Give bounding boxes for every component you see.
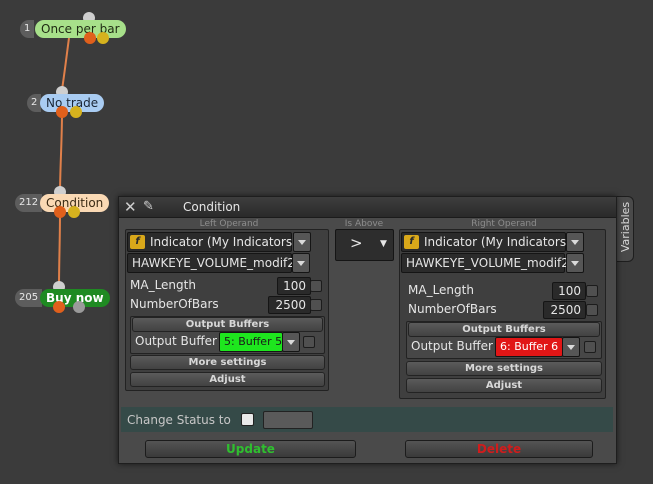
update-button[interactable]: Update bbox=[145, 440, 356, 458]
left-param-ma-length[interactable]: 100 bbox=[277, 277, 311, 295]
node-label: Once per bar bbox=[35, 20, 126, 38]
left-output-buffer-dropdown[interactable] bbox=[282, 332, 300, 352]
node-id: 205 bbox=[15, 289, 43, 307]
left-param-name: NumberOfBars bbox=[130, 297, 219, 311]
operator-select[interactable]: > ▼ bbox=[335, 229, 394, 261]
node-output-pin-alt[interactable] bbox=[68, 206, 80, 218]
left-operand-caption: Left Operand bbox=[199, 219, 259, 229]
node-once-per-bar[interactable]: 1 Once per bar bbox=[20, 12, 130, 44]
change-status-label: Change Status to bbox=[127, 413, 231, 427]
change-status-checkbox[interactable] bbox=[241, 413, 254, 426]
left-operand-panel: f Indicator (My Indicators) HAWKEYE_VOLU… bbox=[125, 229, 329, 391]
node-no-trade[interactable]: 2 No trade bbox=[27, 86, 107, 118]
right-source-select[interactable]: f Indicator (My Indicators) bbox=[401, 232, 571, 252]
node-output-pin-alt[interactable] bbox=[70, 106, 82, 118]
close-icon[interactable]: ✕ bbox=[124, 198, 137, 216]
pin-icon[interactable]: ✎ bbox=[143, 199, 154, 214]
operator-symbol: > bbox=[350, 234, 363, 252]
node-output-pin[interactable] bbox=[54, 206, 66, 218]
left-indicator-select[interactable]: HAWKEYE_VOLUME_modif2 bbox=[127, 253, 295, 273]
left-param-checkbox[interactable] bbox=[310, 280, 322, 292]
right-output-buffer-label: Output Buffer bbox=[411, 339, 493, 353]
left-param-name: MA_Length bbox=[130, 278, 196, 292]
condition-dialog: ✕ ✎ Condition Left Operand Is Above Righ… bbox=[118, 196, 617, 464]
left-adjust-button[interactable]: Adjust bbox=[130, 372, 325, 387]
right-output-buffer-checkbox[interactable] bbox=[584, 341, 596, 353]
node-buy-now[interactable]: 205 Buy now bbox=[15, 281, 110, 313]
right-param-ma-length[interactable]: 100 bbox=[552, 282, 586, 300]
function-icon: f bbox=[130, 235, 145, 249]
chevron-down-icon: ▼ bbox=[380, 239, 387, 249]
left-output-buffer-select[interactable]: 5: Buffer 5 bbox=[219, 332, 283, 352]
right-adjust-button[interactable]: Adjust bbox=[406, 378, 602, 393]
right-operand-panel: f Indicator (My Indicators) HAWKEYE_VOLU… bbox=[399, 229, 606, 399]
left-source-select[interactable]: f Indicator (My Indicators) bbox=[127, 232, 297, 252]
delete-button[interactable]: Delete bbox=[405, 440, 593, 458]
left-indicator-dropdown[interactable] bbox=[292, 253, 310, 273]
left-source-dropdown[interactable] bbox=[293, 232, 311, 252]
left-output-buffers-header: Output Buffers bbox=[132, 317, 323, 332]
right-param-number-of-bars[interactable]: 2500 bbox=[543, 301, 586, 319]
left-output-buffer-label: Output Buffer bbox=[135, 334, 217, 348]
right-param-checkbox[interactable] bbox=[586, 285, 598, 297]
right-output-buffers-group: Output Buffers Output Buffer 6: Buffer 6 bbox=[406, 321, 602, 359]
right-output-buffer-dropdown[interactable] bbox=[562, 337, 580, 357]
right-indicator-select[interactable]: HAWKEYE_VOLUME_modif2 bbox=[401, 253, 569, 273]
node-id: 212 bbox=[15, 194, 43, 212]
dialog-titlebar[interactable]: ✕ ✎ Condition bbox=[119, 197, 616, 218]
right-output-buffers-header: Output Buffers bbox=[408, 322, 600, 337]
function-icon: f bbox=[404, 235, 419, 249]
right-operand-caption: Right Operand bbox=[471, 219, 537, 229]
right-param-name: NumberOfBars bbox=[408, 302, 497, 316]
change-status-row: Change Status to bbox=[121, 407, 613, 432]
node-condition[interactable]: 212 Condition bbox=[15, 186, 110, 218]
node-output-pin[interactable] bbox=[53, 301, 65, 313]
node-output-pin-alt[interactable] bbox=[73, 301, 85, 313]
node-id: 1 bbox=[20, 20, 35, 38]
node-output-pin-alt[interactable] bbox=[97, 32, 109, 44]
left-param-number-of-bars[interactable]: 2500 bbox=[268, 296, 311, 314]
change-status-value[interactable] bbox=[263, 411, 313, 429]
variables-tab-label: Variables bbox=[619, 201, 632, 253]
left-output-buffers-group: Output Buffers Output Buffer 5: Buffer 5 bbox=[130, 316, 325, 354]
dialog-title: Condition bbox=[183, 200, 241, 214]
left-more-settings-button[interactable]: More settings bbox=[130, 355, 325, 370]
node-output-pin[interactable] bbox=[84, 32, 96, 44]
node-output-pin[interactable] bbox=[56, 106, 68, 118]
left-param-checkbox[interactable] bbox=[310, 299, 322, 311]
left-output-buffer-checkbox[interactable] bbox=[303, 336, 315, 348]
right-output-buffer-select[interactable]: 6: Buffer 6 bbox=[495, 337, 563, 357]
variables-tab[interactable]: Variables bbox=[615, 196, 634, 262]
right-source-dropdown[interactable] bbox=[566, 232, 584, 252]
operator-caption: Is Above bbox=[344, 219, 384, 229]
right-param-name: MA_Length bbox=[408, 283, 474, 297]
right-indicator-dropdown[interactable] bbox=[566, 253, 584, 273]
right-more-settings-button[interactable]: More settings bbox=[406, 361, 602, 376]
right-param-checkbox[interactable] bbox=[586, 304, 598, 316]
